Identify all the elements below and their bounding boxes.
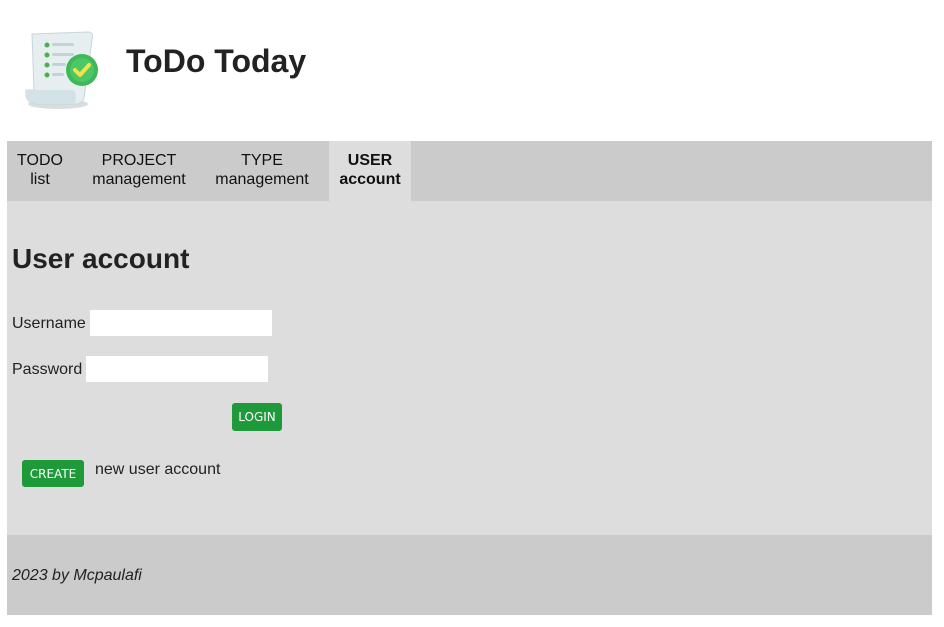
tab-user-account[interactable]: USER account [329,141,411,201]
tab-type-management[interactable]: TYPE management [205,141,319,201]
tab-line: management [92,171,186,188]
password-label: Password [12,361,83,378]
create-button[interactable]: CREATE [22,460,84,487]
tab-line: TYPE [241,152,283,169]
footer-credit: 2023 by Mcpaulafi [12,567,142,584]
header: ToDo Today [0,0,944,141]
tab-line: USER [347,152,393,169]
page-title: User account [12,243,190,274]
tab-line: TODO [17,152,63,169]
password-input[interactable] [86,356,268,382]
username-label: Username [12,315,86,332]
username-input[interactable] [90,310,272,336]
tab-line: PROJECT [101,152,177,169]
create-account-text: new user account [95,461,221,478]
main-content: User account Username Password LOGIN CRE… [7,201,932,535]
tab-todo-list[interactable]: TODO list [7,141,73,201]
tab-line: account [339,171,401,188]
main-nav: TODO list PROJECT management TYPE manage… [7,141,932,201]
login-button[interactable]: LOGIN [232,403,282,431]
tab-line: management [215,171,309,188]
checklist-scroll-icon [25,31,98,109]
tab-line: list [30,171,50,188]
footer: 2023 by Mcpaulafi [7,535,932,615]
tab-project-management[interactable]: PROJECT management [82,141,196,201]
app-title: ToDo Today [126,43,307,79]
